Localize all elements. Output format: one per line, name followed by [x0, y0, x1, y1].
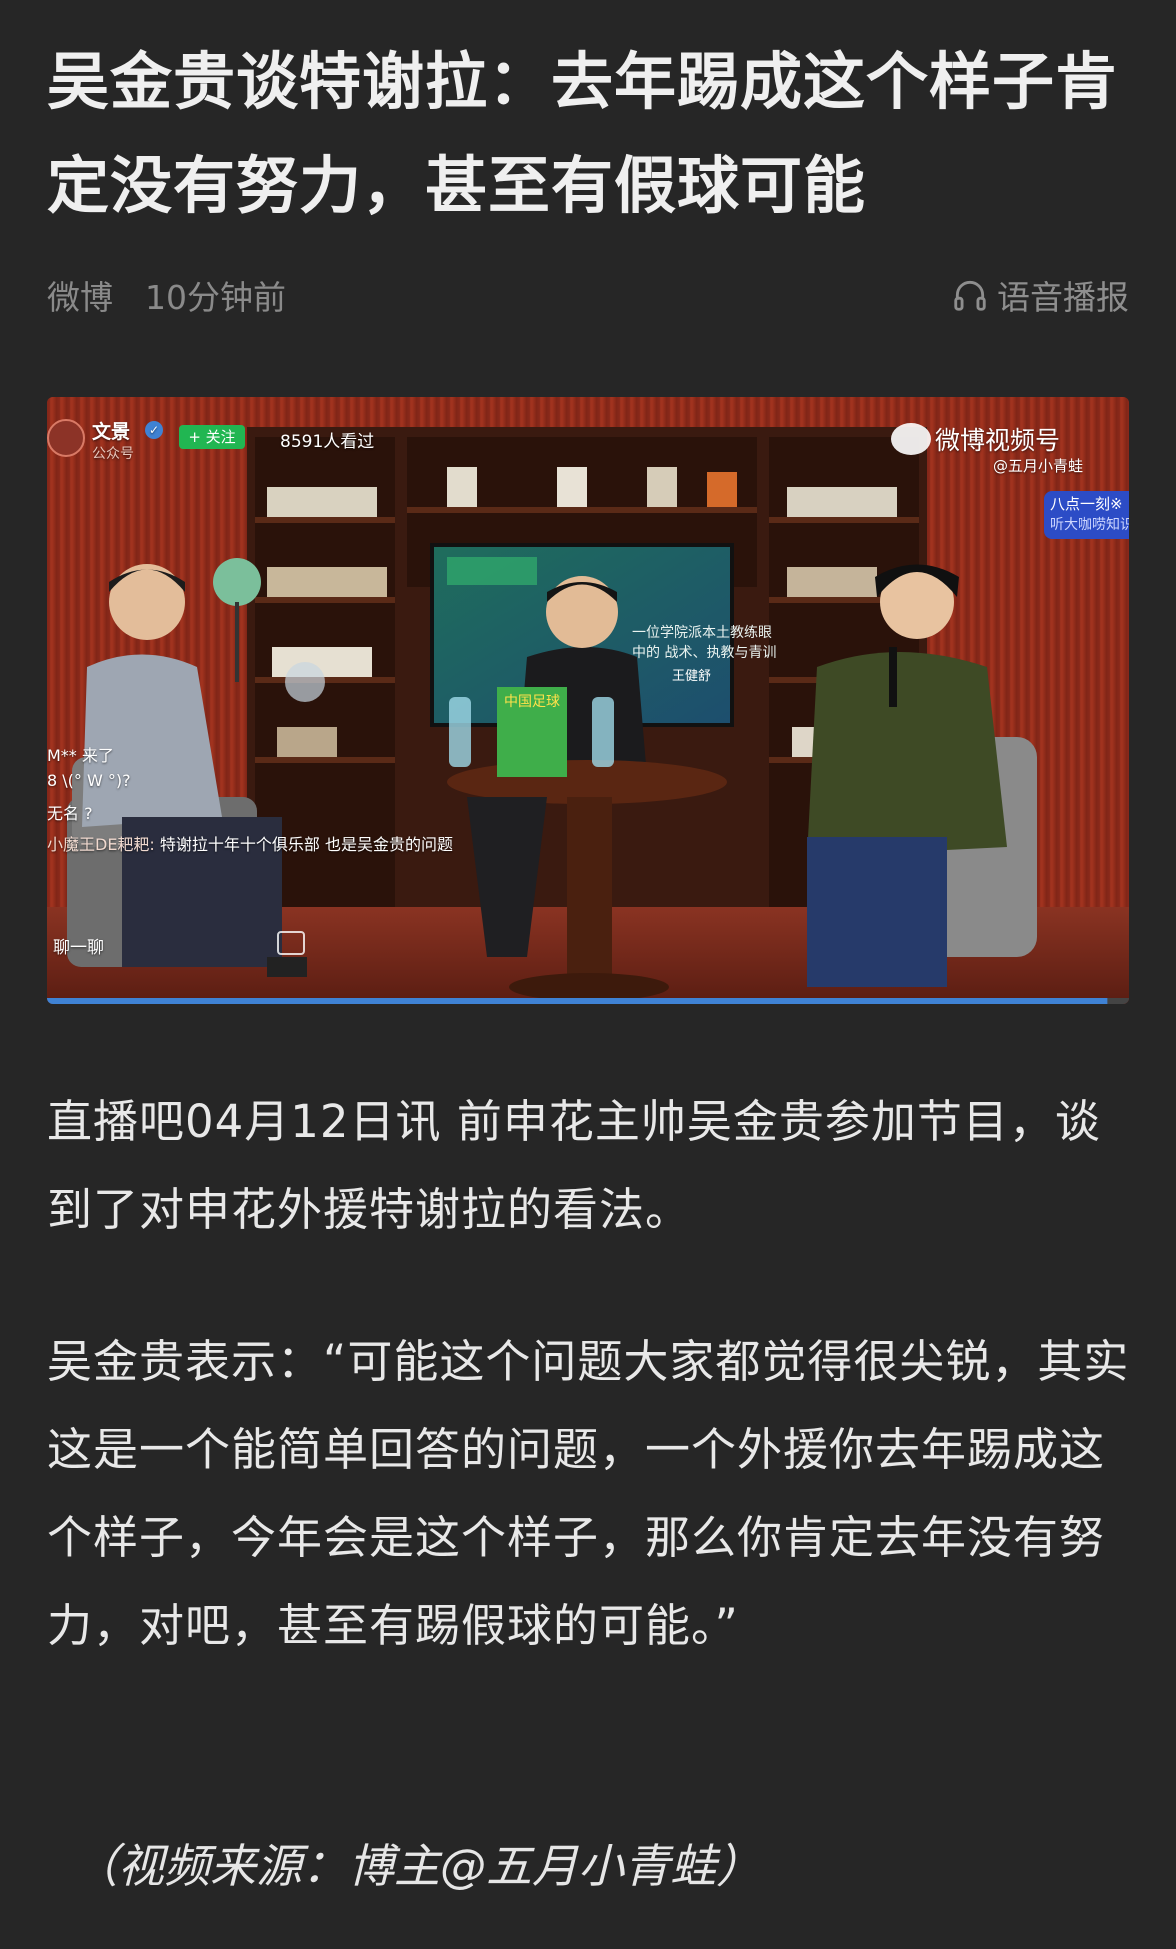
- verified-icon: ✓: [145, 421, 163, 439]
- voice-broadcast-button[interactable]: 语音播报: [951, 271, 1129, 319]
- comment-user: 8: [47, 771, 58, 790]
- account-type: 公众号: [92, 446, 134, 462]
- platform-name: 微博视频号: [935, 426, 1061, 455]
- comment-text: \(° W °)?: [62, 771, 131, 790]
- follow-button[interactable]: + 关注: [179, 425, 245, 449]
- weibo-logo-icon: [891, 423, 931, 455]
- viewer-count: 8591人看过: [280, 432, 375, 452]
- article-page: 吴金贵谈特谢拉：去年踢成这个样子肯定没有努力，甚至有假球可能 微博 10分钟前 …: [0, 0, 1176, 1949]
- article-title: 吴金贵谈特谢拉：去年踢成这个样子肯定没有努力，甚至有假球可能: [47, 45, 1119, 222]
- comment-item: 小魔王DE耙耙: 特谢拉十年十个俱乐部 也是吴金贵的问题: [47, 831, 507, 859]
- account-avatar[interactable]: [47, 419, 85, 457]
- comment-item: 8 \(° W °)?: [47, 771, 131, 790]
- chat-button[interactable]: 聊一聊: [53, 933, 104, 958]
- article-paragraph-1: 直播吧04月12日讯 前申花主帅吴金贵参加节目，谈到了对申花外援特谢拉的看法。: [47, 1095, 1101, 1236]
- comment-item: M** 来了: [47, 742, 114, 766]
- video-source-caption: （视频来源：博主@五月小青蛙）: [72, 1839, 762, 1893]
- comment-user: M**: [47, 746, 77, 765]
- article-time: 10分钟前: [145, 278, 286, 317]
- promo-badge[interactable]: 八点一刻※ 听大咖唠知识: [1044, 491, 1129, 539]
- article-paragraph-2: 吴金贵表示：“可能这个问题大家都觉得很尖锐，其实这是一个能简单回答的问题，一个外…: [47, 1335, 1130, 1652]
- video-frame-image: [47, 397, 1129, 1004]
- screen-author: 王健舒: [672, 669, 712, 684]
- promo-line1: 八点一刻※: [1050, 495, 1123, 513]
- comment-text: ?: [84, 804, 93, 823]
- comment-user: 无名: [47, 804, 80, 823]
- comment-item: 无名 ?: [47, 800, 93, 824]
- account-name[interactable]: 文景: [92, 417, 130, 444]
- video-progress-fill: [47, 998, 1108, 1004]
- book-title: 中国足球: [504, 694, 560, 710]
- article-meta: 微博 10分钟前 语音播报: [47, 270, 1129, 320]
- share-icon[interactable]: [277, 931, 305, 955]
- comment-user: 小魔王DE耙耙:: [47, 835, 155, 854]
- promo-line2: 听大咖唠知识: [1050, 517, 1129, 533]
- video-player[interactable]: 文景 ✓ 公众号 + 关注 8591人看过 微博视频号 @五月小青蛙 八点一刻※…: [47, 397, 1129, 1004]
- screen-subtitle: 一位学院派本土教练眼中的 战术、执教与青训: [632, 625, 777, 661]
- comment-text: 来了: [81, 746, 114, 765]
- uploader-handle[interactable]: @五月小青蛙: [993, 455, 1083, 476]
- article-source[interactable]: 微博: [47, 271, 113, 319]
- headphones-icon: [954, 280, 986, 311]
- voice-broadcast-label: 语音播报: [997, 278, 1129, 317]
- comment-text: 特谢拉十年十个俱乐部 也是吴金贵的问题: [159, 835, 454, 854]
